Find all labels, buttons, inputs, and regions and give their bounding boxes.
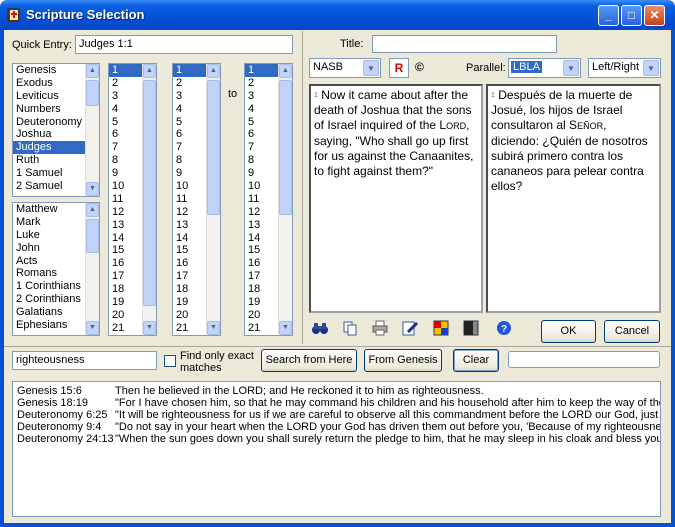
minimize-icon: _ (605, 8, 612, 22)
layout-select[interactable]: Left/Right ▼ (588, 58, 661, 78)
ok-button[interactable]: OK (541, 320, 596, 343)
chapters-list[interactable]: 1 2 3 4 5 6 7 8 9 10 11 12 13 14 15 16 17 18 19 20 21 ▲ ▼ (108, 63, 157, 336)
section-divider (4, 346, 671, 347)
lord-smallcaps: EÑOR (577, 121, 604, 131)
scroll-thumb[interactable] (86, 219, 99, 253)
lord-initial: S (569, 118, 578, 132)
copy-icon[interactable] (340, 320, 360, 340)
parallel-version-select[interactable]: LBLA ▼ (508, 58, 581, 78)
clear-button[interactable]: Clear (453, 349, 499, 372)
edit-icon[interactable] (400, 320, 420, 340)
maximize-icon: □ (627, 8, 636, 22)
background-icon[interactable] (461, 320, 481, 340)
quick-entry-input[interactable]: Judges 1:1 (75, 35, 293, 54)
verse-to-list[interactable]: 1 2 3 4 5 6 7 8 9 10 11 12 13 14 15 16 17 18 19 20 21 ▲ ▼ (244, 63, 293, 336)
exact-match-label-line1: Find only exact (180, 350, 254, 362)
ot-books-scrollbar[interactable]: ▲ ▼ (85, 64, 99, 196)
result-row[interactable]: Deuteronomy 24:13 "When the sun goes down… (13, 433, 660, 445)
title-label: Title: (340, 38, 364, 50)
verse-from-list[interactable]: 1 2 3 4 5 6 7 8 9 10 11 12 13 14 15 16 17 18 19 20 21 ▲ ▼ (172, 63, 221, 336)
close-icon: ✕ (649, 8, 660, 22)
layout-select-value: Left/Right (592, 61, 640, 73)
chapters-scrollbar[interactable]: ▲ ▼ (142, 64, 156, 335)
result-reference: Deuteronomy 24:13 (17, 433, 114, 445)
result-text: "It will be righteousness for us if we a… (115, 409, 660, 421)
print-icon[interactable] (370, 320, 390, 340)
copyright-button[interactable]: © (415, 60, 424, 74)
result-reference: Deuteronomy 6:25 (17, 409, 108, 421)
quick-entry-label: Quick Entry: (12, 39, 72, 51)
version-select-value: NASB (313, 61, 343, 73)
scroll-down-icon[interactable]: ▼ (207, 321, 220, 335)
scroll-up-icon[interactable]: ▲ (86, 64, 99, 78)
scroll-up-icon[interactable]: ▲ (86, 203, 99, 217)
minimize-button[interactable]: _ (598, 5, 619, 26)
exact-match-label: Find only exact matches (180, 350, 254, 374)
verse-text-a: Después de la muerte de Josué, los hijos… (491, 88, 633, 132)
scroll-down-icon[interactable]: ▼ (279, 321, 292, 335)
title-bar[interactable]: Scripture Selection _ □ ✕ (0, 0, 675, 30)
cancel-button[interactable]: Cancel (604, 320, 660, 343)
close-button[interactable]: ✕ (644, 5, 665, 26)
bible-icon (6, 7, 22, 23)
parallel-verse-pane[interactable]: 1 Después de la muerte de Josué, los hij… (486, 84, 661, 313)
scroll-thumb[interactable] (207, 80, 220, 215)
color-icon[interactable] (431, 320, 451, 340)
title-input[interactable] (372, 35, 557, 53)
maximize-button[interactable]: □ (621, 5, 642, 26)
result-row[interactable]: Genesis 15:6 Then he believed in the LORD… (13, 385, 660, 397)
scroll-thumb[interactable] (279, 80, 292, 215)
search-progress-bar (508, 351, 660, 368)
result-text: "For I have chosen him, so that he may c… (115, 397, 660, 409)
result-text: "When the sun goes down you shall surely… (115, 433, 660, 445)
scroll-down-icon[interactable]: ▼ (86, 182, 99, 196)
primary-verse-pane[interactable]: 1 Now it came about after the death of J… (309, 84, 483, 313)
exact-match-label-line2: matches (180, 362, 222, 374)
nt-books-list[interactable]: Matthew Mark Luke John Acts Romans 1 Corinthia… (12, 202, 100, 336)
lord-smallcaps: ORD (446, 121, 467, 131)
ot-books-list[interactable]: Genesis Exodus Leviticus Numbers Deuteronomy… (12, 63, 100, 197)
svg-text:?: ? (501, 324, 507, 335)
verse-to-scrollbar[interactable]: ▲ ▼ (278, 64, 292, 335)
window-title: Scripture Selection (26, 7, 145, 22)
result-row[interactable]: Deuteronomy 9:4 "Do not say in your heart… (13, 421, 661, 433)
binoculars-icon[interactable] (310, 320, 330, 340)
result-row[interactable]: Deuteronomy 6:25 "It will be righteousnes… (13, 409, 660, 421)
help-icon[interactable]: ? (494, 320, 514, 340)
scroll-down-icon[interactable]: ▼ (143, 321, 156, 335)
exact-match-checkbox[interactable] (164, 355, 176, 367)
scroll-up-icon[interactable]: ▲ (207, 64, 220, 78)
verse-number: 1 (491, 92, 495, 99)
verse-number: 1 (314, 92, 318, 99)
scroll-thumb[interactable] (143, 80, 156, 306)
scroll-thumb[interactable] (86, 80, 99, 106)
scroll-up-icon[interactable]: ▲ (143, 64, 156, 78)
result-reference: Genesis 18:19 (17, 397, 88, 409)
result-text: "Do not say in your heart when the LORD … (115, 421, 661, 433)
chevron-down-icon[interactable]: ▼ (643, 60, 659, 76)
panel-divider (302, 31, 303, 344)
scroll-up-icon[interactable]: ▲ (279, 64, 292, 78)
to-label: to (228, 88, 238, 100)
parallel-label: Parallel: (466, 62, 506, 74)
result-row[interactable]: Genesis 18:19 "For I have chosen him, so … (13, 397, 660, 409)
parallel-version-value: LBLA (511, 61, 542, 73)
search-input[interactable]: righteousness (12, 351, 157, 370)
result-reference: Genesis 15:6 (17, 385, 82, 397)
result-reference: Deuteronomy 9:4 (17, 421, 102, 433)
version-select[interactable]: NASB ▼ (309, 58, 381, 78)
chevron-down-icon[interactable]: ▼ (363, 60, 379, 76)
red-letter-toggle[interactable]: R (389, 58, 409, 78)
search-results-list[interactable]: Genesis 15:6 Then he believed in the LORD… (12, 381, 661, 517)
search-from-here-button[interactable]: Search from Here (261, 349, 357, 372)
result-text: Then he believed in the LORD; and He rec… (115, 385, 484, 397)
scroll-down-icon[interactable]: ▼ (86, 321, 99, 335)
nt-books-scrollbar[interactable]: ▲ ▼ (85, 203, 99, 335)
verse-from-scrollbar[interactable]: ▲ ▼ (206, 64, 220, 335)
chevron-down-icon[interactable]: ▼ (563, 60, 579, 76)
search-from-genesis-button[interactable]: From Genesis (364, 349, 442, 372)
